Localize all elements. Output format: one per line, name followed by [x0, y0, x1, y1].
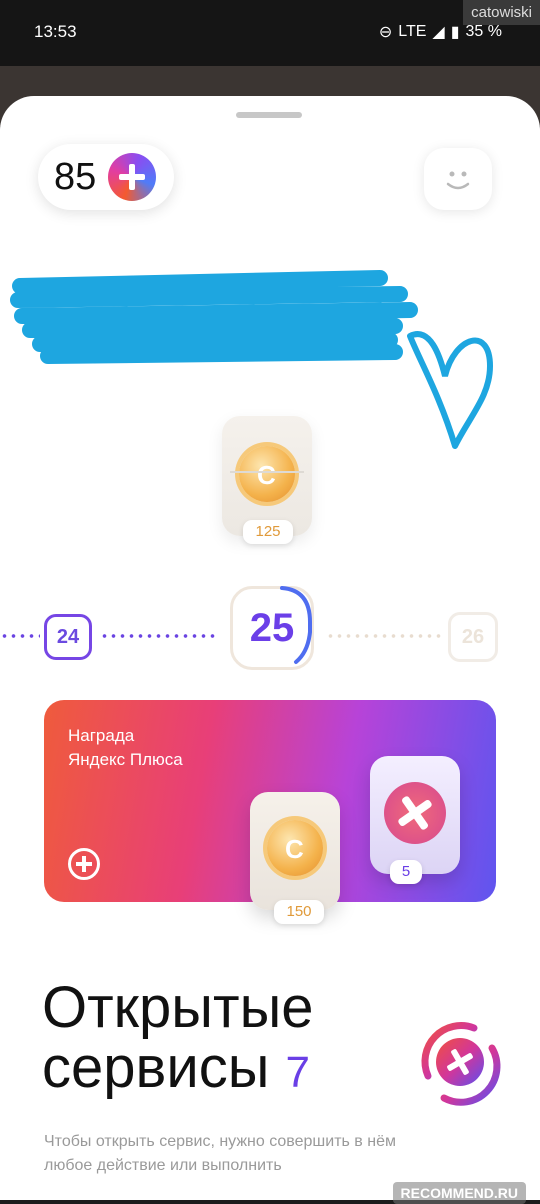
services-logo-icon — [421, 1022, 501, 1106]
level-next[interactable]: 26 — [448, 612, 498, 662]
plus-logo-icon — [68, 848, 100, 880]
profile-button[interactable] — [424, 148, 492, 210]
services-title-line1: Открытые — [42, 975, 314, 1040]
level-progress-arc — [280, 586, 312, 664]
progress-dots-remaining — [326, 634, 442, 638]
plus-balance-value: 85 — [54, 155, 97, 198]
services-count: 7 — [285, 1048, 311, 1097]
battery-level: 35 % — [465, 23, 502, 40]
services-title-line2: сервисы — [42, 1035, 270, 1100]
plus-chest — [370, 756, 460, 874]
coin-icon: C — [267, 820, 323, 876]
level-progress: 24 25 26 — [0, 576, 540, 676]
bottom-sheet: 85 C 125 24 25 26 Награда Яндекс Плюса C — [0, 96, 540, 1200]
services-title: Открытые сервисы 7 — [42, 978, 314, 1103]
author-watermark: catowiski — [463, 0, 540, 25]
services-description: Чтобы открыть сервис, нужно совершить в … — [44, 1133, 396, 1174]
reward-title: Награда Яндекс Плюса — [68, 726, 183, 769]
level-previous[interactable]: 24 — [44, 614, 92, 660]
site-watermark: RECOMMEND.RU — [392, 1182, 526, 1204]
signal-icon: ◢ — [432, 24, 445, 41]
current-level-chest[interactable]: C — [222, 416, 312, 536]
plus-logo-icon — [108, 153, 157, 201]
chest-coins-label: 125 — [243, 520, 293, 544]
battery-icon: ▮ — [450, 24, 460, 41]
smile-icon — [446, 171, 470, 190]
coin-icon: C — [239, 446, 295, 502]
dnd-icon: ⊖ — [378, 24, 393, 41]
coin-chest: C — [250, 792, 340, 910]
reward-card[interactable]: Награда Яндекс Плюса C 150 5 — [44, 700, 496, 924]
status-bar: 13:53 ⊖ LTE ◢ ▮ 35 % catowiski — [0, 0, 540, 66]
status-time: 13:53 — [34, 22, 77, 41]
plus-balance-pill[interactable]: 85 — [38, 144, 174, 210]
status-indicators: ⊖ LTE ◢ ▮ 35 % — [379, 22, 502, 42]
reward-coins-label: 150 — [274, 900, 324, 924]
sheet-drag-handle[interactable] — [236, 112, 302, 118]
network-type: LTE — [398, 23, 427, 40]
plus-icon — [384, 782, 446, 844]
reward-plus-label: 5 — [390, 860, 422, 884]
progress-dots-done — [100, 634, 218, 638]
progress-dots-before — [0, 634, 40, 638]
